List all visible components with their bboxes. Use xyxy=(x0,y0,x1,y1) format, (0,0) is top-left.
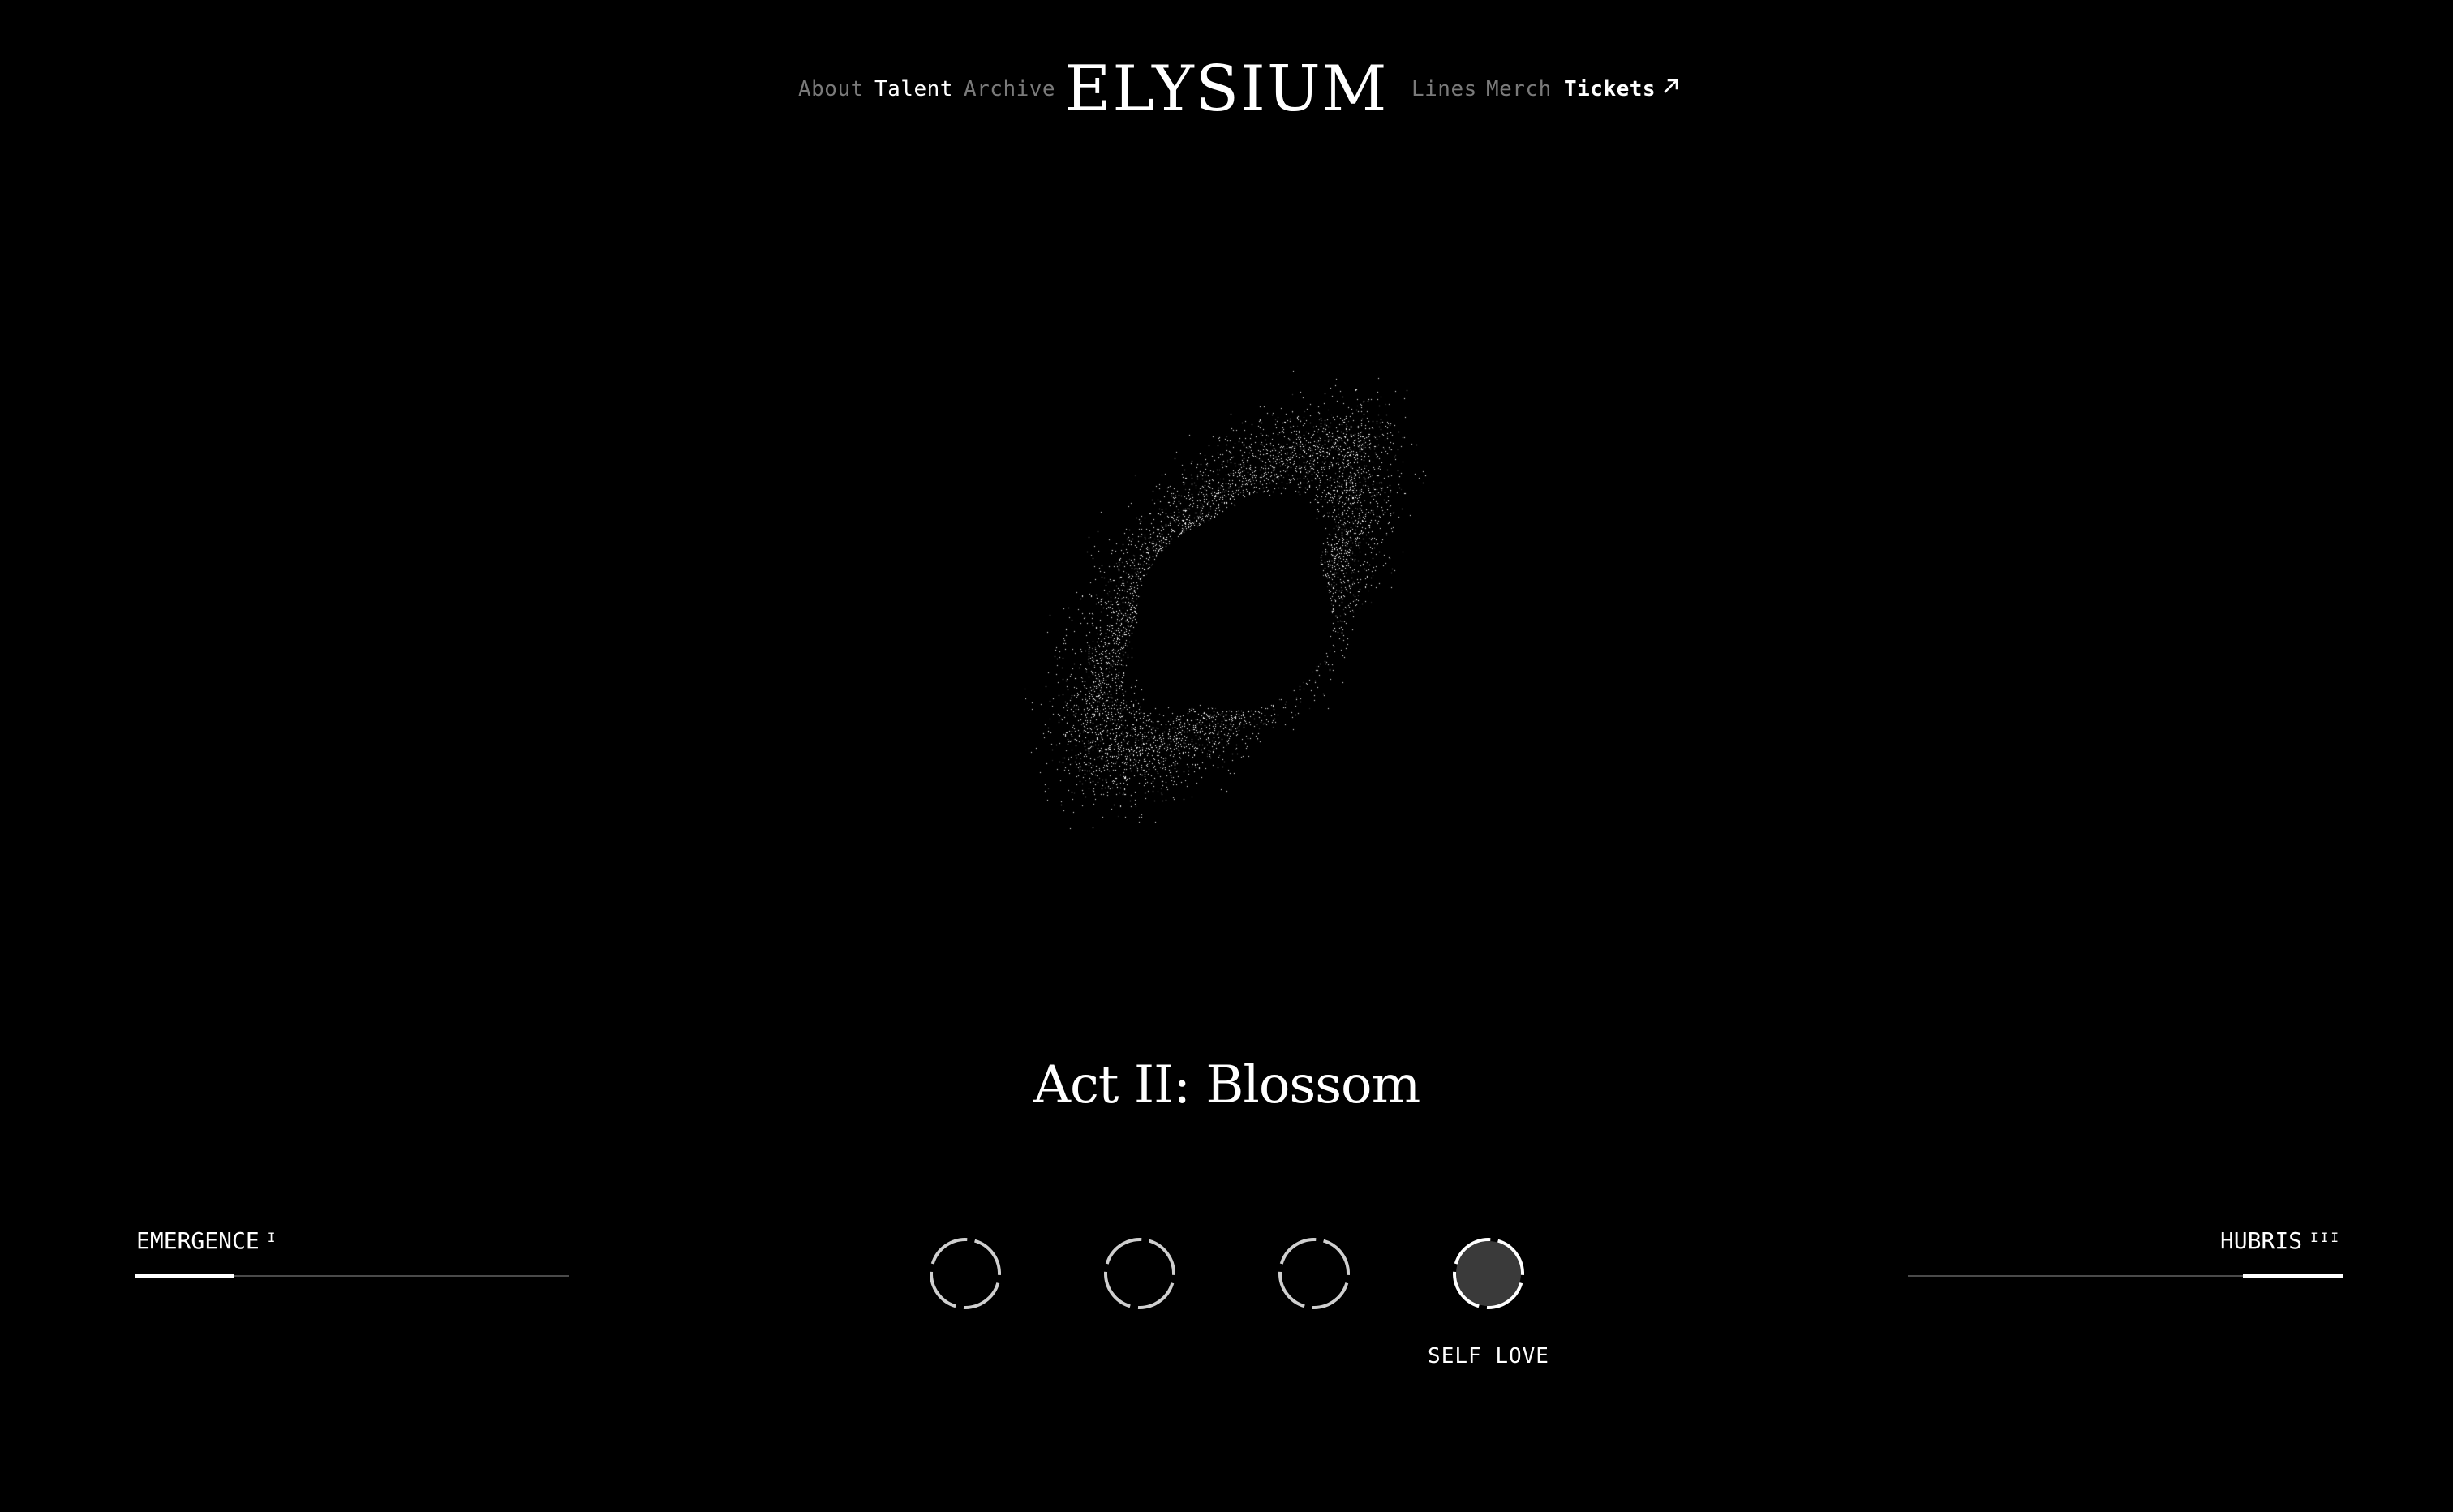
next-act-name: HUBRIS xyxy=(2219,1227,2303,1254)
open-ring-icon xyxy=(930,1238,1001,1309)
site-logo[interactable]: ELYSIUM xyxy=(1064,53,1388,126)
prev-act-progress-track xyxy=(135,1274,569,1278)
open-ring-icon xyxy=(1278,1238,1350,1309)
filled-ring-icon xyxy=(1453,1238,1524,1309)
nav-link-talent[interactable]: Talent xyxy=(874,77,953,101)
next-act-numeral: III xyxy=(2310,1230,2341,1245)
next-act-progress-track xyxy=(1908,1274,2343,1278)
next-act-link[interactable]: HUBRIS III xyxy=(1908,1226,2343,1282)
particle-ring-visual xyxy=(902,292,1551,957)
scene-selector-2[interactable] xyxy=(1101,1235,1179,1312)
prev-act-name: EMERGENCE xyxy=(136,1227,260,1254)
arrow-up-right-icon xyxy=(1662,76,1680,101)
tickets-label: Tickets xyxy=(1564,77,1656,101)
nav-link-lines[interactable]: Lines xyxy=(1411,77,1477,101)
scene-selector-1[interactable] xyxy=(926,1235,1004,1312)
nav-link-merch[interactable]: Merch xyxy=(1486,77,1552,101)
act-title: Act II: Blossom xyxy=(1033,1055,1421,1115)
prev-act-progress-fill xyxy=(135,1274,235,1278)
next-act-progress-fill xyxy=(2242,1274,2343,1278)
scene-selector-4-active[interactable] xyxy=(1450,1235,1527,1312)
prev-act-numeral: I xyxy=(267,1230,278,1245)
scene-selector-3[interactable] xyxy=(1275,1235,1353,1312)
nav-link-archive[interactable]: Archive xyxy=(964,77,1055,101)
active-selector-label: SELF LOVE xyxy=(1428,1344,1549,1368)
prev-act-link[interactable]: EMERGENCE I xyxy=(135,1226,569,1282)
open-ring-icon xyxy=(1104,1238,1175,1309)
prev-act-label: EMERGENCE I xyxy=(136,1226,277,1256)
next-act-label: HUBRIS III xyxy=(2220,1226,2341,1256)
nav-link-tickets[interactable]: Tickets xyxy=(1564,77,1680,101)
nav-link-about[interactable]: About xyxy=(798,77,864,101)
